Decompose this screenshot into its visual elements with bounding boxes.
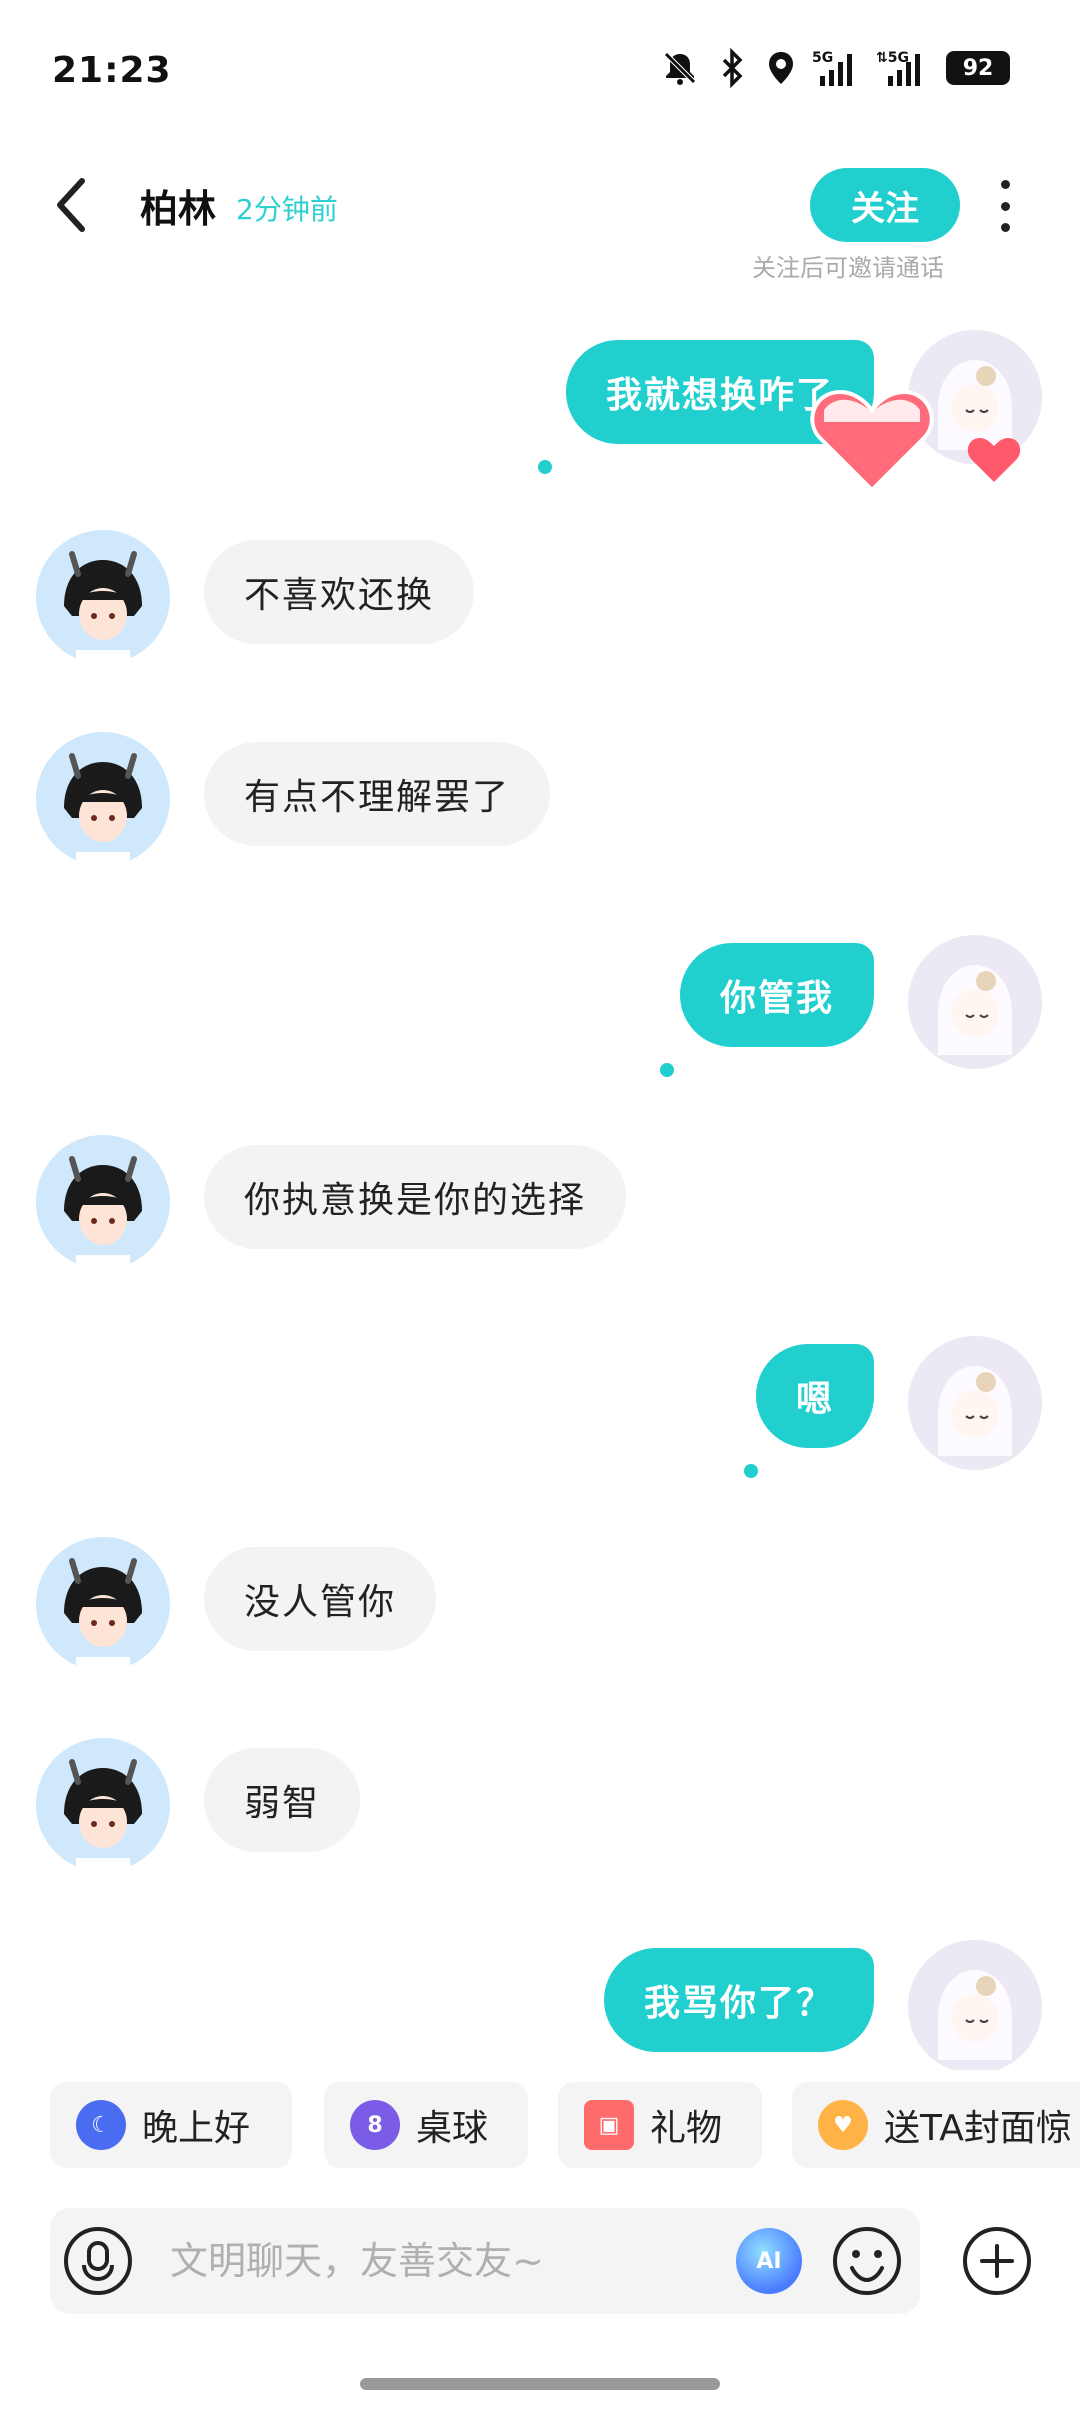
message-row: 不喜欢还换 (0, 530, 1080, 670)
incoming-message-bubble[interactable]: 有点不理解罢了 (204, 742, 551, 846)
status-time: 21:23 (52, 50, 172, 91)
incoming-message-bubble[interactable]: 你执意换是你的选择 (204, 1145, 627, 1249)
billiard-ball-icon: 8 (350, 2100, 400, 2150)
contact-avatar[interactable] (36, 1135, 170, 1269)
signal-5g-icon: 5G (812, 48, 862, 88)
outgoing-message-bubble[interactable]: 嗯 (755, 1344, 874, 1448)
message-row: 我就想换咋了 (0, 330, 1080, 493)
chip-billiards[interactable]: 8 桌球 (324, 2082, 528, 2168)
more-options-button[interactable] (990, 176, 1020, 236)
chip-label: 晚上好 (142, 2108, 251, 2149)
chat-message-list[interactable]: 我就想换咋了 不喜欢还换 有点不理解罢了 你管我 你执意换是你的选择 嗯 没人管… (0, 300, 1080, 2070)
contact-avatar[interactable] (36, 1738, 170, 1872)
outgoing-message-bubble[interactable]: 我骂你了？ (603, 1948, 874, 2052)
contact-avatar[interactable] (36, 732, 170, 866)
ai-icon: AI (756, 2248, 782, 2274)
message-input[interactable] (170, 2234, 730, 2288)
ai-assistant-button[interactable]: AI (736, 2228, 802, 2294)
bell-muted-icon (660, 48, 700, 88)
dot (1000, 180, 1010, 189)
message-row: 你管我 (0, 935, 1080, 1095)
moon-icon: ☾ (76, 2100, 126, 2150)
battery-indicator: 92 (946, 51, 1010, 85)
my-avatar[interactable] (908, 1336, 1042, 1470)
message-row: 弱智 (0, 1738, 1080, 1878)
svg-text:5G: 5G (812, 50, 833, 66)
plus-circle-icon (963, 2227, 1031, 2295)
status-icons: 5G ⇅5G 92 (660, 44, 1010, 92)
small-heart-icon (967, 438, 1021, 482)
back-button[interactable] (40, 170, 100, 240)
svg-text:⇅5G: ⇅5G (876, 50, 909, 66)
contact-name[interactable]: 柏林 (140, 178, 216, 233)
chevron-left-icon (57, 178, 85, 232)
chip-good-evening[interactable]: ☾ 晚上好 (50, 2082, 292, 2168)
voice-button[interactable] (62, 2225, 134, 2297)
chat-header: 柏林 2分钟前 关注 关注后可邀请通话 (0, 150, 1080, 290)
incoming-message-bubble[interactable]: 不喜欢还换 (204, 540, 475, 644)
voice-icon (64, 2227, 132, 2295)
emoji-button[interactable] (830, 2224, 904, 2298)
heart-chat-icon: ♥ (818, 2100, 868, 2150)
chip-label: 送TA封面惊 (884, 2108, 1072, 2149)
home-indicator[interactable] (360, 2378, 720, 2390)
chip-label: 礼物 (650, 2108, 723, 2149)
message-row: 没人管你 (0, 1537, 1080, 1677)
quick-reply-chips: ☾ 晚上好 8 桌球 ▣ 礼物 ♥ 送TA封面惊 (0, 2082, 1080, 2168)
contact-avatar[interactable] (36, 530, 170, 664)
last-seen-status: 2分钟前 (236, 193, 338, 226)
contact-avatar[interactable] (36, 1537, 170, 1671)
more-actions-button[interactable] (960, 2224, 1034, 2298)
bluetooth-icon (714, 48, 750, 88)
message-input-bar: AI (50, 2208, 920, 2314)
incoming-message-bubble[interactable]: 没人管你 (204, 1547, 437, 1651)
bubble-tail (744, 1464, 758, 1478)
my-avatar[interactable] (908, 1940, 1042, 2070)
location-icon (764, 48, 798, 88)
gift-icon: ▣ (584, 2100, 634, 2150)
message-row: 有点不理解罢了 (0, 732, 1080, 872)
chip-gift[interactable]: ▣ 礼物 (558, 2082, 762, 2168)
message-row: 你执意换是你的选择 (0, 1135, 1080, 1275)
bubble-tail (538, 460, 552, 474)
follow-hint: 关注后可邀请通话 (752, 254, 944, 282)
incoming-message-bubble[interactable]: 弱智 (204, 1748, 361, 1852)
heart-sticker-icon (810, 389, 934, 493)
chip-send-cover[interactable]: ♥ 送TA封面惊 (792, 2082, 1080, 2168)
smiley-icon (833, 2227, 901, 2295)
dot (1000, 223, 1010, 232)
follow-button[interactable]: 关注 (810, 168, 960, 242)
outgoing-message-bubble[interactable]: 你管我 (679, 943, 874, 1047)
my-avatar[interactable] (908, 935, 1042, 1069)
chip-label: 桌球 (416, 2108, 489, 2149)
message-row: 嗯 (0, 1336, 1080, 1496)
signal-5g-icon: ⇅5G (876, 48, 932, 88)
dot (1000, 201, 1010, 211)
status-bar: 21:23 5G ⇅5G 92 (0, 0, 1080, 140)
bubble-tail (660, 1063, 674, 1077)
message-row: 我骂你了？ (0, 1940, 1080, 2070)
